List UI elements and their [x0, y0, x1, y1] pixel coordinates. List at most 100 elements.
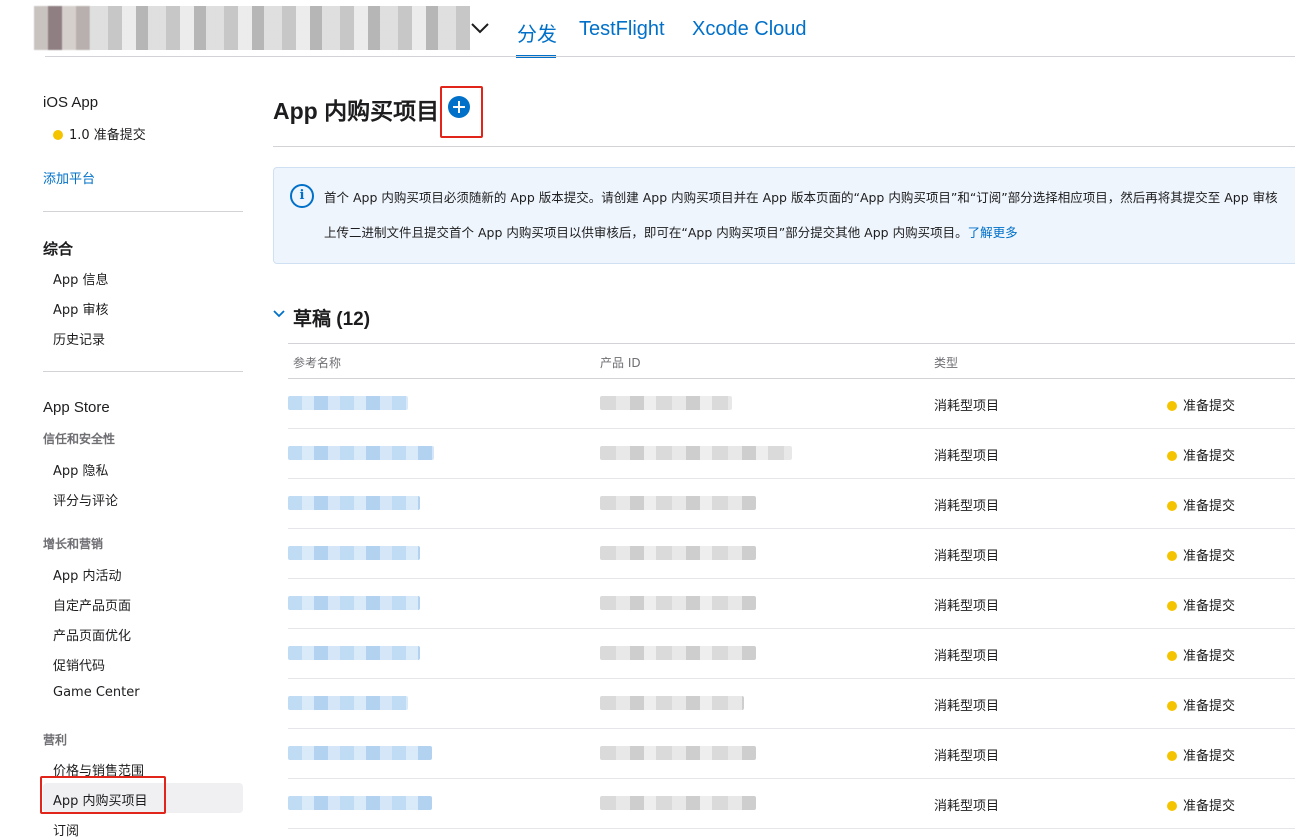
product-id-blurred: [600, 796, 756, 810]
sidebar-item-promo-codes[interactable]: 促销代码: [53, 655, 105, 674]
info-icon: i: [290, 184, 314, 208]
status-dot-icon: [1167, 751, 1177, 761]
sidebar-item-in-app-events[interactable]: App 内活动: [53, 565, 122, 584]
table-row[interactable]: 消耗型项目 准备提交: [288, 779, 1295, 829]
type-cell: 消耗型项目: [934, 399, 1000, 414]
app-switcher-blurred[interactable]: [34, 6, 470, 50]
sidebar-item-product-page-optimization[interactable]: 产品页面优化: [53, 625, 131, 644]
product-id-blurred: [600, 396, 732, 410]
sidebar-ios-app-title: iOS App: [43, 94, 99, 111]
column-header-reference-name[interactable]: 参考名称: [293, 354, 341, 371]
status-dot-icon: [1167, 601, 1177, 611]
sidebar-item-game-center[interactable]: Game Center: [53, 685, 140, 700]
info-text-line2: 上传二进制文件且提交首个 App 内购买项目以供审核后，即可在“App 内购买项…: [324, 222, 1018, 241]
status-label: 准备提交: [1183, 399, 1236, 414]
table-row[interactable]: 消耗型项目 准备提交: [288, 379, 1295, 429]
status-dot-icon: [53, 130, 63, 140]
product-id-blurred: [600, 446, 792, 460]
sidebar-item-subscriptions[interactable]: 订阅: [53, 820, 79, 839]
reference-name-blurred[interactable]: [288, 796, 432, 810]
status-cell: 准备提交: [1167, 745, 1235, 764]
status-label: 准备提交: [1183, 799, 1236, 814]
product-id-blurred: [600, 646, 756, 660]
reference-name-blurred[interactable]: [288, 596, 420, 610]
reference-name-blurred[interactable]: [288, 496, 420, 510]
sidebar-divider: [43, 371, 243, 372]
tab-testflight[interactable]: TestFlight: [579, 18, 665, 41]
status-cell: 准备提交: [1167, 595, 1235, 614]
sidebar-section-general: 综合: [43, 241, 74, 258]
info-banner: i 首个 App 内购买项目必须随新的 App 版本提交。请创建 App 内购买…: [273, 167, 1295, 264]
product-id-blurred: [600, 596, 756, 610]
sidebar-item-app-privacy[interactable]: App 隐私: [53, 460, 109, 479]
reference-name-blurred[interactable]: [288, 446, 434, 460]
tab-distribution[interactable]: 分发: [517, 18, 557, 47]
status-dot-icon: [1167, 451, 1177, 461]
version-status-label: 1.0 准备提交: [69, 128, 146, 143]
sidebar-group-growth: 增长和营销: [43, 537, 104, 551]
highlight-annotation-box: [440, 86, 483, 138]
sidebar-item-history[interactable]: 历史记录: [53, 329, 105, 348]
product-id-blurred: [600, 546, 756, 560]
status-cell: 准备提交: [1167, 495, 1235, 514]
title-divider: [273, 146, 1295, 147]
status-cell: 准备提交: [1167, 445, 1235, 464]
page-title: App 内购买项目: [273, 98, 440, 124]
sidebar-item-app-review[interactable]: App 审核: [53, 299, 109, 318]
app-name-blurred: [90, 6, 470, 50]
learn-more-link[interactable]: 了解更多: [968, 225, 1018, 240]
chevron-down-icon[interactable]: [470, 20, 490, 36]
status-cell: 准备提交: [1167, 545, 1235, 564]
reference-name-blurred[interactable]: [288, 746, 432, 760]
status-cell: 准备提交: [1167, 395, 1235, 414]
table-row[interactable]: 消耗型项目 准备提交: [288, 729, 1295, 779]
reference-name-blurred[interactable]: [288, 396, 408, 410]
table-header: 参考名称 产品 ID 类型: [288, 343, 1295, 379]
add-platform-link[interactable]: 添加平台: [43, 168, 95, 187]
sidebar-item-app-info[interactable]: App 信息: [53, 269, 109, 288]
product-id-blurred: [600, 496, 756, 510]
status-label: 准备提交: [1183, 449, 1236, 464]
type-cell: 消耗型项目: [934, 649, 1000, 664]
status-dot-icon: [1167, 801, 1177, 811]
reference-name-blurred[interactable]: [288, 546, 420, 560]
top-navigation: 分发 TestFlight Xcode Cloud: [0, 0, 1295, 58]
status-cell: 准备提交: [1167, 695, 1235, 714]
table-row[interactable]: 消耗型项目 准备提交: [288, 679, 1295, 729]
type-cell: 消耗型项目: [934, 499, 1000, 514]
sidebar-item-ratings-reviews[interactable]: 评分与评论: [53, 490, 118, 509]
column-header-type[interactable]: 类型: [934, 354, 958, 371]
drafts-table: 参考名称 产品 ID 类型 消耗型项目 准备提交 消耗型项目 准备提交 消耗型项目 准备提…: [288, 343, 1295, 829]
chevron-down-icon[interactable]: [272, 308, 286, 320]
type-cell: 消耗型项目: [934, 449, 1000, 464]
status-dot-icon: [1167, 501, 1177, 511]
type-cell: 消耗型项目: [934, 799, 1000, 814]
column-header-product-id[interactable]: 产品 ID: [600, 354, 641, 371]
table-row[interactable]: 消耗型项目 准备提交: [288, 579, 1295, 629]
app-icon: [34, 6, 90, 50]
info-text-line1: 首个 App 内购买项目必须随新的 App 版本提交。请创建 App 内购买项目…: [324, 190, 1278, 205]
status-label: 准备提交: [1183, 649, 1236, 664]
product-id-blurred: [600, 696, 744, 710]
reference-name-blurred[interactable]: [288, 696, 408, 710]
status-label: 准备提交: [1183, 699, 1236, 714]
highlight-annotation-box: [40, 776, 166, 814]
drafts-section-title: 草稿 (12): [293, 309, 371, 330]
sidebar-item-custom-product-pages[interactable]: 自定产品页面: [53, 595, 131, 614]
sidebar-group-trust: 信任和安全性: [43, 432, 116, 446]
status-dot-icon: [1167, 551, 1177, 561]
status-cell: 准备提交: [1167, 795, 1235, 814]
reference-name-blurred[interactable]: [288, 646, 420, 660]
table-row[interactable]: 消耗型项目 准备提交: [288, 479, 1295, 529]
status-label: 准备提交: [1183, 749, 1236, 764]
tab-xcode-cloud[interactable]: Xcode Cloud: [692, 18, 807, 41]
status-cell: 准备提交: [1167, 645, 1235, 664]
sidebar-version-status[interactable]: 1.0 准备提交: [53, 124, 146, 143]
sidebar-divider: [43, 211, 243, 212]
type-cell: 消耗型项目: [934, 749, 1000, 764]
table-row[interactable]: 消耗型项目 准备提交: [288, 529, 1295, 579]
sidebar: iOS App 1.0 准备提交 添加平台 综合 App 信息 App 审核 历…: [0, 58, 260, 839]
table-row[interactable]: 消耗型项目 准备提交: [288, 629, 1295, 679]
table-row[interactable]: 消耗型项目 准备提交: [288, 429, 1295, 479]
status-label: 准备提交: [1183, 499, 1236, 514]
